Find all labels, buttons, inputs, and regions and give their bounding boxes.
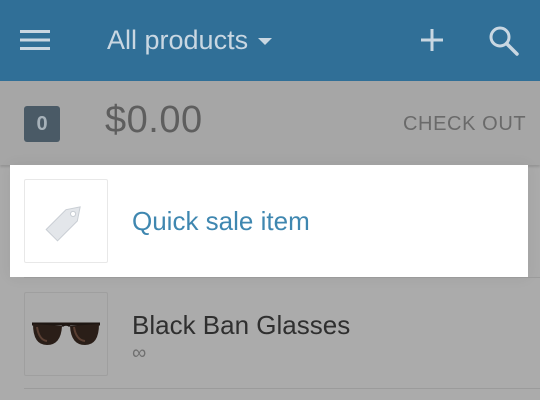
stock-quantity: ∞	[132, 342, 147, 364]
cart-total: $0.00	[105, 99, 203, 141]
cart-count-badge: 0	[24, 106, 60, 142]
sunglasses-icon	[32, 322, 100, 345]
search-button[interactable]	[487, 24, 521, 58]
chevron-down-icon	[258, 37, 273, 45]
product-name: Black Ban Glasses	[132, 310, 351, 340]
product-thumbnail	[24, 292, 108, 376]
divider	[24, 388, 540, 389]
product-name: Quick sale item	[132, 206, 310, 236]
checkout-button[interactable]: CHECK OUT	[403, 113, 526, 136]
pos-app: All products 0 $0.00 CHECK OUT Quick sal…	[0, 0, 540, 400]
menu-button[interactable]	[20, 22, 64, 58]
search-icon	[489, 26, 519, 56]
product-row-black-ban-glasses[interactable]: Black Ban Glasses ∞	[0, 278, 540, 388]
price-tag-icon	[45, 206, 81, 242]
product-thumbnail	[24, 179, 108, 263]
page-title: All products	[107, 24, 249, 55]
product-row-quick-sale[interactable]: Quick sale item	[10, 165, 528, 277]
product-filter-dropdown[interactable]: All products	[107, 18, 273, 62]
menu-icon	[20, 30, 50, 50]
app-bar: All products	[0, 0, 540, 81]
plus-icon	[421, 29, 443, 51]
add-product-button[interactable]	[416, 24, 448, 56]
